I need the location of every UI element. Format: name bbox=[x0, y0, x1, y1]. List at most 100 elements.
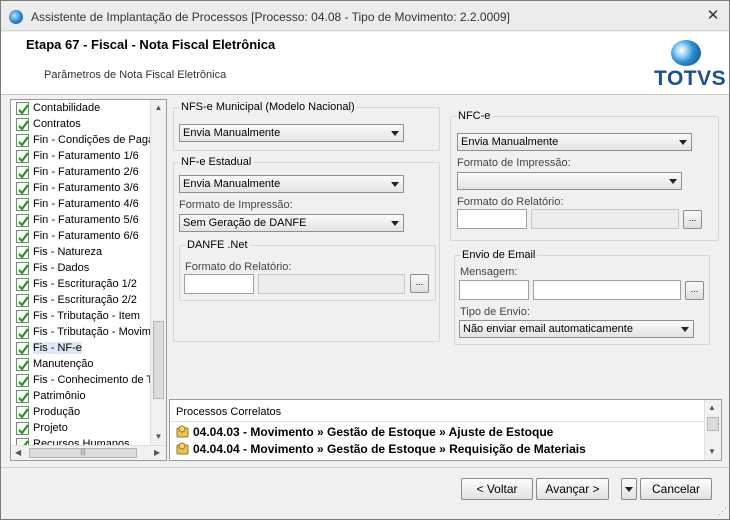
scroll-thumb[interactable] bbox=[707, 417, 719, 431]
nfce-report-code-input[interactable] bbox=[457, 209, 527, 229]
checkmark-icon bbox=[16, 118, 29, 131]
nfce-format-select[interactable] bbox=[457, 172, 682, 190]
chevron-down-icon bbox=[625, 487, 633, 492]
tree-item[interactable]: Patrimônio bbox=[11, 388, 151, 404]
nfe-mode-select[interactable]: Envia Manualmente bbox=[179, 175, 404, 193]
email-send-type-select[interactable]: Não enviar email automaticamente bbox=[459, 320, 694, 338]
tree-item-label: Fin - Faturamento 6/6 bbox=[33, 230, 139, 242]
correlated-row[interactable]: 04.04.03 - Movimento » Gestão de Estoque… bbox=[176, 425, 553, 439]
correlated-row[interactable]: 04.04.04 - Movimento » Gestão de Estoque… bbox=[176, 442, 586, 456]
checkmark-icon bbox=[16, 422, 29, 435]
nfce-report-desc-input bbox=[531, 209, 679, 229]
scroll-right-icon[interactable]: ▶ bbox=[154, 448, 160, 457]
cancel-button[interactable]: Cancelar bbox=[640, 478, 712, 500]
tree-vertical-scrollbar[interactable]: ▲ ▼ bbox=[150, 100, 166, 445]
wizard-window: Assistente de Implantação de Processos [… bbox=[0, 0, 730, 520]
resize-grip-icon[interactable]: ⋰ bbox=[718, 506, 727, 517]
tree-item-label: Fis - Tributação - Item bbox=[33, 310, 140, 322]
scroll-up-icon[interactable]: ▲ bbox=[154, 103, 163, 112]
tree-item[interactable]: Fis - Escrituração 1/2 bbox=[11, 276, 151, 292]
tree-item-label: Fis - Tributação - Movim bbox=[33, 326, 151, 338]
options-dropdown-button[interactable] bbox=[621, 478, 637, 500]
tree-item[interactable]: Contabilidade bbox=[11, 100, 151, 116]
checkmark-icon bbox=[16, 150, 29, 163]
correlated-scrollbar[interactable]: ▲ ▼ bbox=[704, 400, 721, 460]
tree-item[interactable]: Fin - Faturamento 4/6 bbox=[11, 196, 151, 212]
tree-item-label: Fis - NF-e bbox=[33, 342, 82, 354]
tree-item-label: Fin - Faturamento 2/6 bbox=[33, 166, 139, 178]
nfe-format-label: Formato de Impressão: bbox=[179, 199, 293, 211]
tree-item-label: Fis - Conhecimento de T bbox=[33, 374, 151, 386]
nfse-legend: NFS-e Municipal (Modelo Nacional) bbox=[181, 101, 355, 113]
email-browse-button[interactable]: ... bbox=[685, 281, 704, 300]
danfe-report-code-input[interactable] bbox=[184, 274, 254, 294]
danfe-browse-button[interactable]: ... bbox=[410, 274, 429, 293]
process-icon bbox=[176, 425, 191, 438]
tree-item-label: Fis - Escrituração 2/2 bbox=[33, 294, 137, 306]
step-title: Etapa 67 - Fiscal - Nota Fiscal Eletrôni… bbox=[26, 37, 276, 52]
tree-item[interactable]: Fis - Tributação - Movim bbox=[11, 324, 151, 340]
scroll-down-icon[interactable]: ▼ bbox=[154, 432, 163, 441]
tree-item[interactable]: Produção bbox=[11, 404, 151, 420]
tree-item[interactable]: Fin - Faturamento 2/6 bbox=[11, 164, 151, 180]
email-send-type-label: Tipo de Envio: bbox=[460, 306, 530, 318]
email-message-code-input[interactable] bbox=[459, 280, 529, 300]
tree-item-label: Fis - Dados bbox=[33, 262, 90, 274]
tree-item[interactable]: Fin - Faturamento 5/6 bbox=[11, 212, 151, 228]
tree-item[interactable]: Fis - NF-e bbox=[11, 340, 151, 356]
nfse-mode-select[interactable]: Envia Manualmente bbox=[179, 124, 404, 142]
next-button[interactable]: Avançar > bbox=[536, 478, 609, 500]
nfe-format-value: Sem Geração de DANFE bbox=[183, 217, 307, 229]
checkmark-icon bbox=[16, 198, 29, 211]
chevron-down-icon bbox=[391, 182, 399, 187]
tree-item[interactable]: Contratos bbox=[11, 116, 151, 132]
close-icon[interactable]: ✕ bbox=[705, 8, 721, 24]
scroll-left-icon[interactable]: ◀ bbox=[15, 448, 21, 457]
nfe-legend: NF-e Estadual bbox=[181, 156, 252, 168]
scroll-down-icon[interactable]: ▼ bbox=[708, 447, 716, 456]
checkmark-icon bbox=[16, 358, 29, 371]
checkmark-icon bbox=[16, 102, 29, 115]
tree-item-label: Fin - Faturamento 1/6 bbox=[33, 150, 139, 162]
correlated-title: Processos Correlatos bbox=[176, 406, 282, 418]
nfce-browse-button[interactable]: ... bbox=[683, 210, 702, 229]
danfe-report-desc-input bbox=[258, 274, 405, 294]
parameters-panel: NFS-e Municipal (Modelo Nacional) Envia … bbox=[169, 99, 722, 395]
tree-item[interactable]: Fis - Dados bbox=[11, 260, 151, 276]
tree-item[interactable]: Fis - Tributação - Item bbox=[11, 308, 151, 324]
nfce-mode-select[interactable]: Envia Manualmente bbox=[457, 133, 692, 151]
tree-item[interactable]: Fin - Condições de Paga bbox=[11, 132, 151, 148]
tree-item[interactable]: Fin - Faturamento 3/6 bbox=[11, 180, 151, 196]
scroll-thumb[interactable] bbox=[153, 321, 164, 399]
checkmark-icon bbox=[16, 374, 29, 387]
checkmark-icon bbox=[16, 326, 29, 339]
checkmark-icon bbox=[16, 278, 29, 291]
tree-item[interactable]: Fis - Natureza bbox=[11, 244, 151, 260]
logo-text: TOTVS bbox=[654, 67, 727, 90]
checkmark-icon bbox=[16, 230, 29, 243]
steps-tree[interactable]: Contabilidade Contratos Fin - Condições de… bbox=[10, 99, 167, 461]
email-message-desc-input[interactable] bbox=[533, 280, 681, 300]
nfe-mode-value: Envia Manualmente bbox=[183, 178, 281, 190]
scroll-up-icon[interactable]: ▲ bbox=[708, 403, 716, 412]
tree-item[interactable]: Projeto bbox=[11, 420, 151, 436]
nfe-format-select[interactable]: Sem Geração de DANFE bbox=[179, 214, 404, 232]
chevron-down-icon bbox=[391, 221, 399, 226]
tree-item[interactable]: Manutenção bbox=[11, 356, 151, 372]
tree-item-label: Fin - Faturamento 5/6 bbox=[33, 214, 139, 226]
checkmark-icon bbox=[16, 262, 29, 275]
tree-item[interactable]: Recursos Humanos bbox=[11, 436, 151, 445]
tree-item-label: Fis - Escrituração 1/2 bbox=[33, 278, 137, 290]
app-icon bbox=[9, 10, 23, 24]
divider bbox=[170, 421, 705, 422]
checkmark-icon bbox=[16, 406, 29, 419]
tree-item[interactable]: Fin - Faturamento 1/6 bbox=[11, 148, 151, 164]
tree-horizontal-scrollbar[interactable]: ◀ ||| ▶ bbox=[11, 445, 166, 460]
tree-item-label: Fis - Natureza bbox=[33, 246, 103, 258]
tree-item[interactable]: Fis - Conhecimento de T bbox=[11, 372, 151, 388]
email-legend: Envio de Email bbox=[462, 249, 536, 261]
tree-item[interactable]: Fis - Escrituração 2/2 bbox=[11, 292, 151, 308]
tree-item[interactable]: Fin - Faturamento 6/6 bbox=[11, 228, 151, 244]
back-button[interactable]: < Voltar bbox=[461, 478, 533, 500]
hscroll-thumb[interactable]: ||| bbox=[29, 448, 137, 458]
